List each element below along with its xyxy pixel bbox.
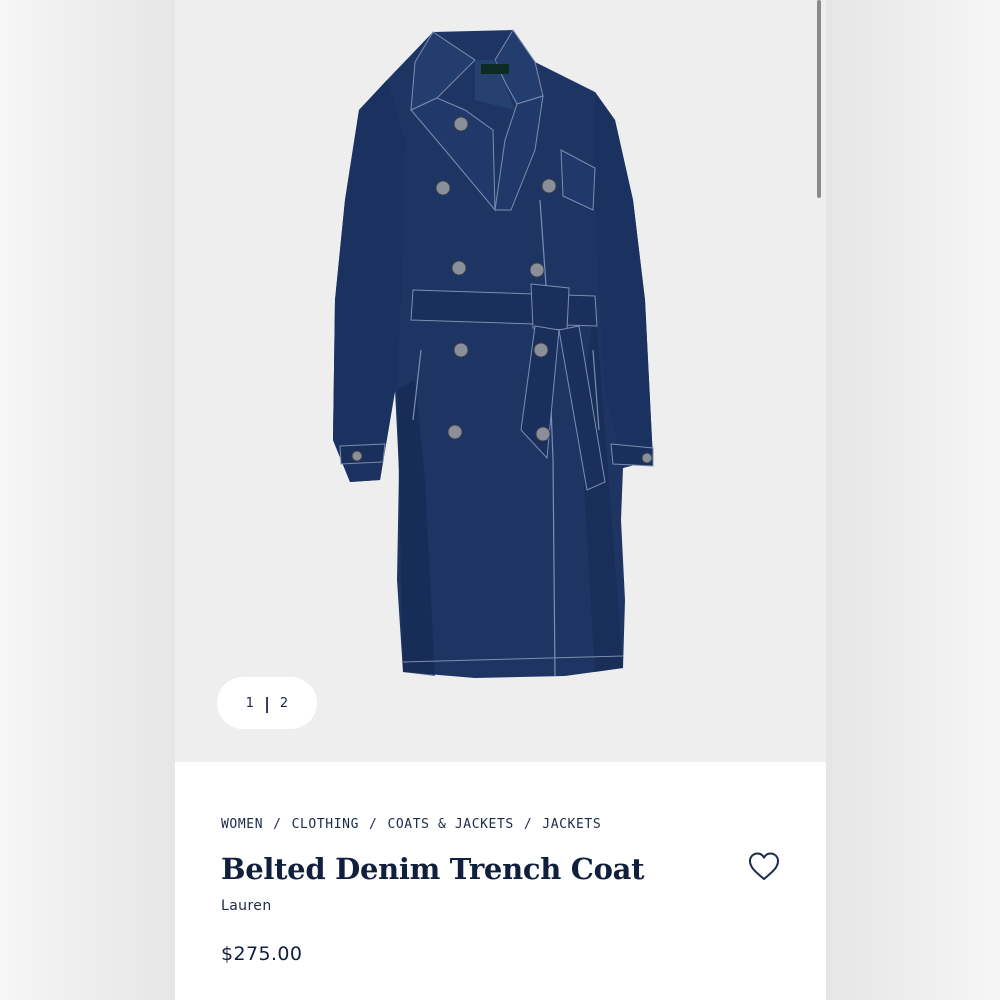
breadcrumb-item-jackets[interactable]: JACKETS: [542, 817, 601, 832]
coat-button: [351, 450, 363, 462]
breadcrumb-item-women[interactable]: WOMEN: [221, 817, 263, 832]
pager-current: 1: [245, 695, 255, 711]
coat-button: [447, 424, 463, 440]
breadcrumb: WOMEN / CLOTHING / COATS & JACKETS / JAC…: [221, 817, 601, 832]
product-title: Belted Denim Trench Coat: [221, 852, 645, 886]
right-background-margin: [826, 0, 1000, 1000]
product-info: WOMEN / CLOTHING / COATS & JACKETS / JAC…: [175, 762, 826, 1000]
heart-outline-icon: [749, 852, 779, 880]
product-brand[interactable]: Lauren: [221, 898, 272, 914]
coat-button: [529, 262, 545, 278]
image-pager[interactable]: 1 | 2: [217, 677, 317, 729]
coat-label: [481, 64, 509, 74]
coat-button: [435, 180, 451, 196]
coat-button: [453, 116, 469, 132]
product-image-gallery[interactable]: 1 | 2: [175, 0, 826, 762]
breadcrumb-separator: /: [523, 817, 533, 832]
coat-button: [641, 452, 653, 464]
coat-button: [453, 342, 469, 358]
breadcrumb-item-clothing[interactable]: CLOTHING: [292, 817, 359, 832]
coat-button: [451, 260, 467, 276]
product-page: 1 | 2 WOMEN / CLOTHING / COATS & JACKETS…: [175, 0, 826, 1000]
product-image: [333, 29, 654, 678]
coat-button: [541, 178, 557, 194]
scrollbar[interactable]: [817, 0, 821, 198]
wishlist-button[interactable]: [747, 850, 781, 884]
coat-cuff-left: [339, 443, 386, 465]
product-price: $275.00: [221, 943, 303, 965]
pager-separator: |: [264, 693, 270, 713]
pager-total: 2: [279, 695, 289, 711]
coat-button: [535, 426, 551, 442]
breadcrumb-item-coats-jackets[interactable]: COATS & JACKETS: [387, 817, 513, 832]
breadcrumb-separator: /: [273, 817, 282, 832]
left-background-margin: [0, 0, 175, 1000]
coat-left-sleeve: [333, 80, 405, 482]
breadcrumb-separator: /: [369, 817, 378, 832]
coat-belt-knot: [530, 283, 570, 331]
coat-button: [533, 342, 549, 358]
